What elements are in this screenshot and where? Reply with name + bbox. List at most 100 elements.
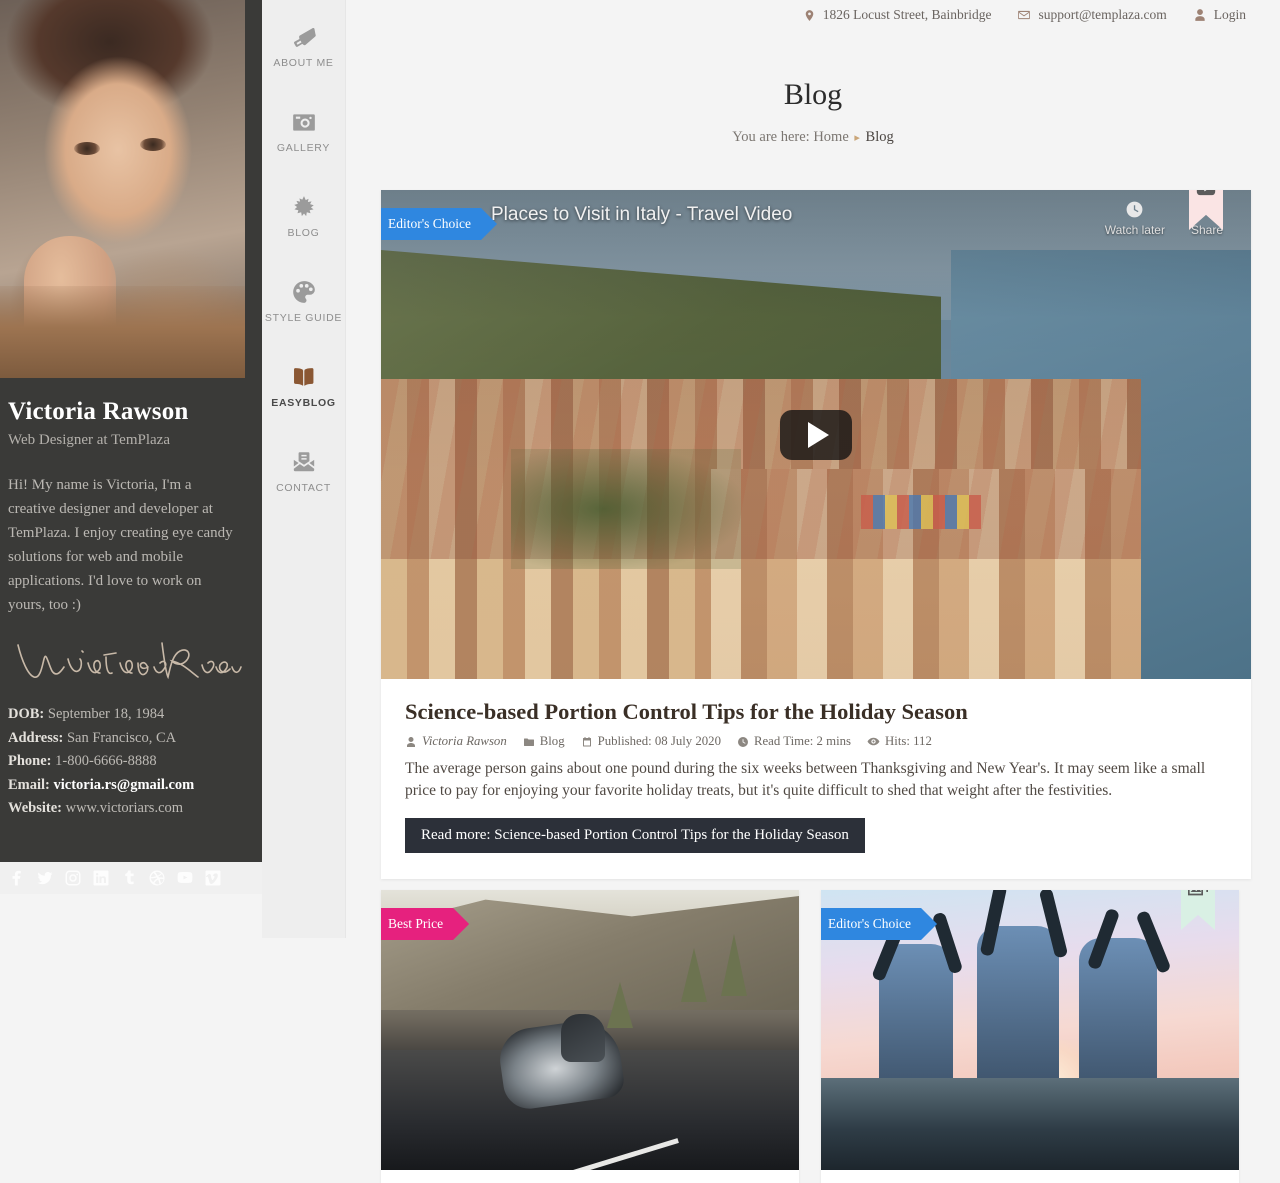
sidebar-filler xyxy=(0,894,262,1183)
sidebar-item-style-guide[interactable]: STYLE GUIDE xyxy=(262,259,345,343)
sidebar-item-blog[interactable]: BLOG xyxy=(262,174,345,258)
icon-nav-rail: ABOUT ME GALLERY BLOG STYLE GUIDE EASYBL… xyxy=(262,0,346,938)
article-body: Science-based Portion Control Tips for t… xyxy=(381,679,1251,879)
article-card-motorcycle[interactable]: Best Price xyxy=(381,890,799,1183)
watch-later-button[interactable]: Watch later xyxy=(1105,200,1165,237)
detail-label: Website: xyxy=(8,800,62,816)
breadcrumb-prefix: You are here: xyxy=(732,129,810,145)
detail-row-website: Website: www.victoriars.com xyxy=(8,797,262,821)
featured-ribbon-badge: Editor's Choice xyxy=(381,208,497,240)
avatar-detail xyxy=(0,286,245,378)
detail-label: Email: xyxy=(8,776,50,793)
card-footer xyxy=(381,1170,799,1183)
sidebar-item-label: GALLERY xyxy=(276,141,331,154)
user-icon xyxy=(1195,9,1205,21)
video-play-button[interactable] xyxy=(780,409,852,460)
main-content: 1826 Locust Street, Bainbridge support@t… xyxy=(346,0,1280,1183)
address-text: 1826 Locust Street, Bainbridge xyxy=(822,7,992,22)
dribbble-icon[interactable] xyxy=(148,869,166,887)
article-cards-row: Best Price Editor's Choice xyxy=(381,890,1263,1183)
profile-name: Victoria Rawson xyxy=(8,398,189,425)
email-text: support@templaza.com xyxy=(1038,7,1167,22)
clock-icon xyxy=(1126,201,1143,218)
youtube-icon[interactable] xyxy=(176,869,194,887)
folder-icon xyxy=(523,738,534,746)
facebook-icon[interactable] xyxy=(8,869,26,887)
meta-read-time: Read Time: 2 mins xyxy=(737,734,851,749)
meta-published-text: Published: 08 July 2020 xyxy=(597,734,721,748)
read-more-button[interactable]: Read more: Science-based Portion Control… xyxy=(405,818,865,853)
article-title[interactable]: Science-based Portion Control Tips for t… xyxy=(405,699,1227,725)
breadcrumb-home[interactable]: Home xyxy=(813,129,848,145)
page-title: Blog xyxy=(783,78,843,111)
signature-image xyxy=(12,633,242,689)
profile-role: Web Designer at TemPlaza xyxy=(8,432,170,448)
profile-bio: Hi! My name is Victoria, I'm a creative … xyxy=(8,477,233,613)
email-item[interactable]: support@templaza.com xyxy=(1017,7,1167,23)
detail-row-email: Email: victoria.rs@gmail.com xyxy=(8,774,262,798)
sidebar-item-label: CONTACT xyxy=(276,481,331,494)
article-intro: The average person gains about one pound… xyxy=(405,760,1206,799)
sidebar-item-easyblog[interactable]: EASYBLOG xyxy=(262,344,345,428)
open-book-icon xyxy=(291,364,317,390)
login-text: Login xyxy=(1213,7,1246,22)
vimeo-icon[interactable] xyxy=(204,869,222,887)
linkedin-icon[interactable] xyxy=(92,869,110,887)
detail-value: 1-800-6666-8888 xyxy=(55,753,157,769)
location-pin-icon xyxy=(805,9,814,21)
meta-author: Victoria Rawson xyxy=(405,734,507,749)
play-triangle-icon xyxy=(807,421,829,448)
sidebar-item-label: STYLE GUIDE xyxy=(264,311,343,324)
gallery-images-icon xyxy=(1188,890,1208,896)
watch-later-label: Watch later xyxy=(1104,223,1165,237)
twitter-icon[interactable] xyxy=(36,869,54,887)
sidebar-item-label: EASYBLOG xyxy=(271,396,336,409)
paint-roller-icon xyxy=(291,24,317,50)
card-ribbon-badge: Editor's Choice xyxy=(821,908,937,940)
detail-label: Phone: xyxy=(8,753,52,769)
detail-value-website[interactable]: www.victoriars.com xyxy=(66,800,183,816)
maple-leaf-icon xyxy=(291,194,317,220)
sidebar-item-contact[interactable]: CONTACT xyxy=(262,429,345,513)
address-item: 1826 Locust Street, Bainbridge xyxy=(803,7,992,23)
card-image-friends: Editor's Choice xyxy=(821,890,1239,1170)
avatar-detail xyxy=(74,142,100,155)
card-image-motorcycle: Best Price xyxy=(381,890,799,1170)
featured-ribbon-label: Editor's Choice xyxy=(388,216,472,231)
user-icon xyxy=(407,736,415,747)
card-ribbon-label: Editor's Choice xyxy=(828,916,912,931)
meta-category-name: Blog xyxy=(539,734,565,748)
video-title[interactable]: Places to Visit in Italy - Travel Video xyxy=(491,204,792,226)
sidebar-item-about-me[interactable]: ABOUT ME xyxy=(262,4,345,88)
detail-value: San Francisco, CA xyxy=(66,729,177,746)
meta-author-name: Victoria Rawson xyxy=(422,734,507,748)
envelope-icon xyxy=(291,449,317,475)
meta-read-time-text: Read Time: 2 mins xyxy=(753,734,852,748)
article-card-friends[interactable]: Editor's Choice xyxy=(821,890,1239,1183)
meta-published: Published: 08 July 2020 xyxy=(581,734,721,749)
eye-icon xyxy=(867,737,880,746)
calendar-icon xyxy=(582,736,591,746)
login-item[interactable]: Login xyxy=(1193,7,1246,23)
article-meta: Victoria Rawson Blog Published: 08 July … xyxy=(405,734,1227,749)
card-ribbon-badge: Best Price xyxy=(381,908,469,940)
detail-value: September 18, 1984 xyxy=(47,706,165,722)
tumblr-icon[interactable] xyxy=(120,869,138,887)
social-links xyxy=(0,862,262,894)
video-embed[interactable]: Editor's Choice Places to Visit in Italy… xyxy=(381,190,1251,679)
video-play-icon xyxy=(1196,190,1216,196)
detail-label: DOB: xyxy=(8,706,45,722)
meta-category: Blog xyxy=(523,734,565,749)
breadcrumb: You are here: Home ▸ Blog xyxy=(346,129,1280,146)
featured-article-card: Editor's Choice Places to Visit in Italy… xyxy=(381,190,1251,879)
palette-icon xyxy=(291,279,317,305)
card-ribbon-label: Best Price xyxy=(388,916,444,931)
sidebar-item-gallery[interactable]: GALLERY xyxy=(262,89,345,173)
detail-row-phone: Phone: 1-800-6666-8888 xyxy=(8,750,262,774)
avatar-detail xyxy=(140,138,166,151)
detail-value-email[interactable]: victoria.rs@gmail.com xyxy=(54,777,195,793)
camera-icon xyxy=(291,109,317,135)
top-contact-bar: 1826 Locust Street, Bainbridge support@t… xyxy=(346,0,1280,30)
meta-hits: Hits: 112 xyxy=(867,734,932,749)
instagram-icon[interactable] xyxy=(64,869,82,887)
